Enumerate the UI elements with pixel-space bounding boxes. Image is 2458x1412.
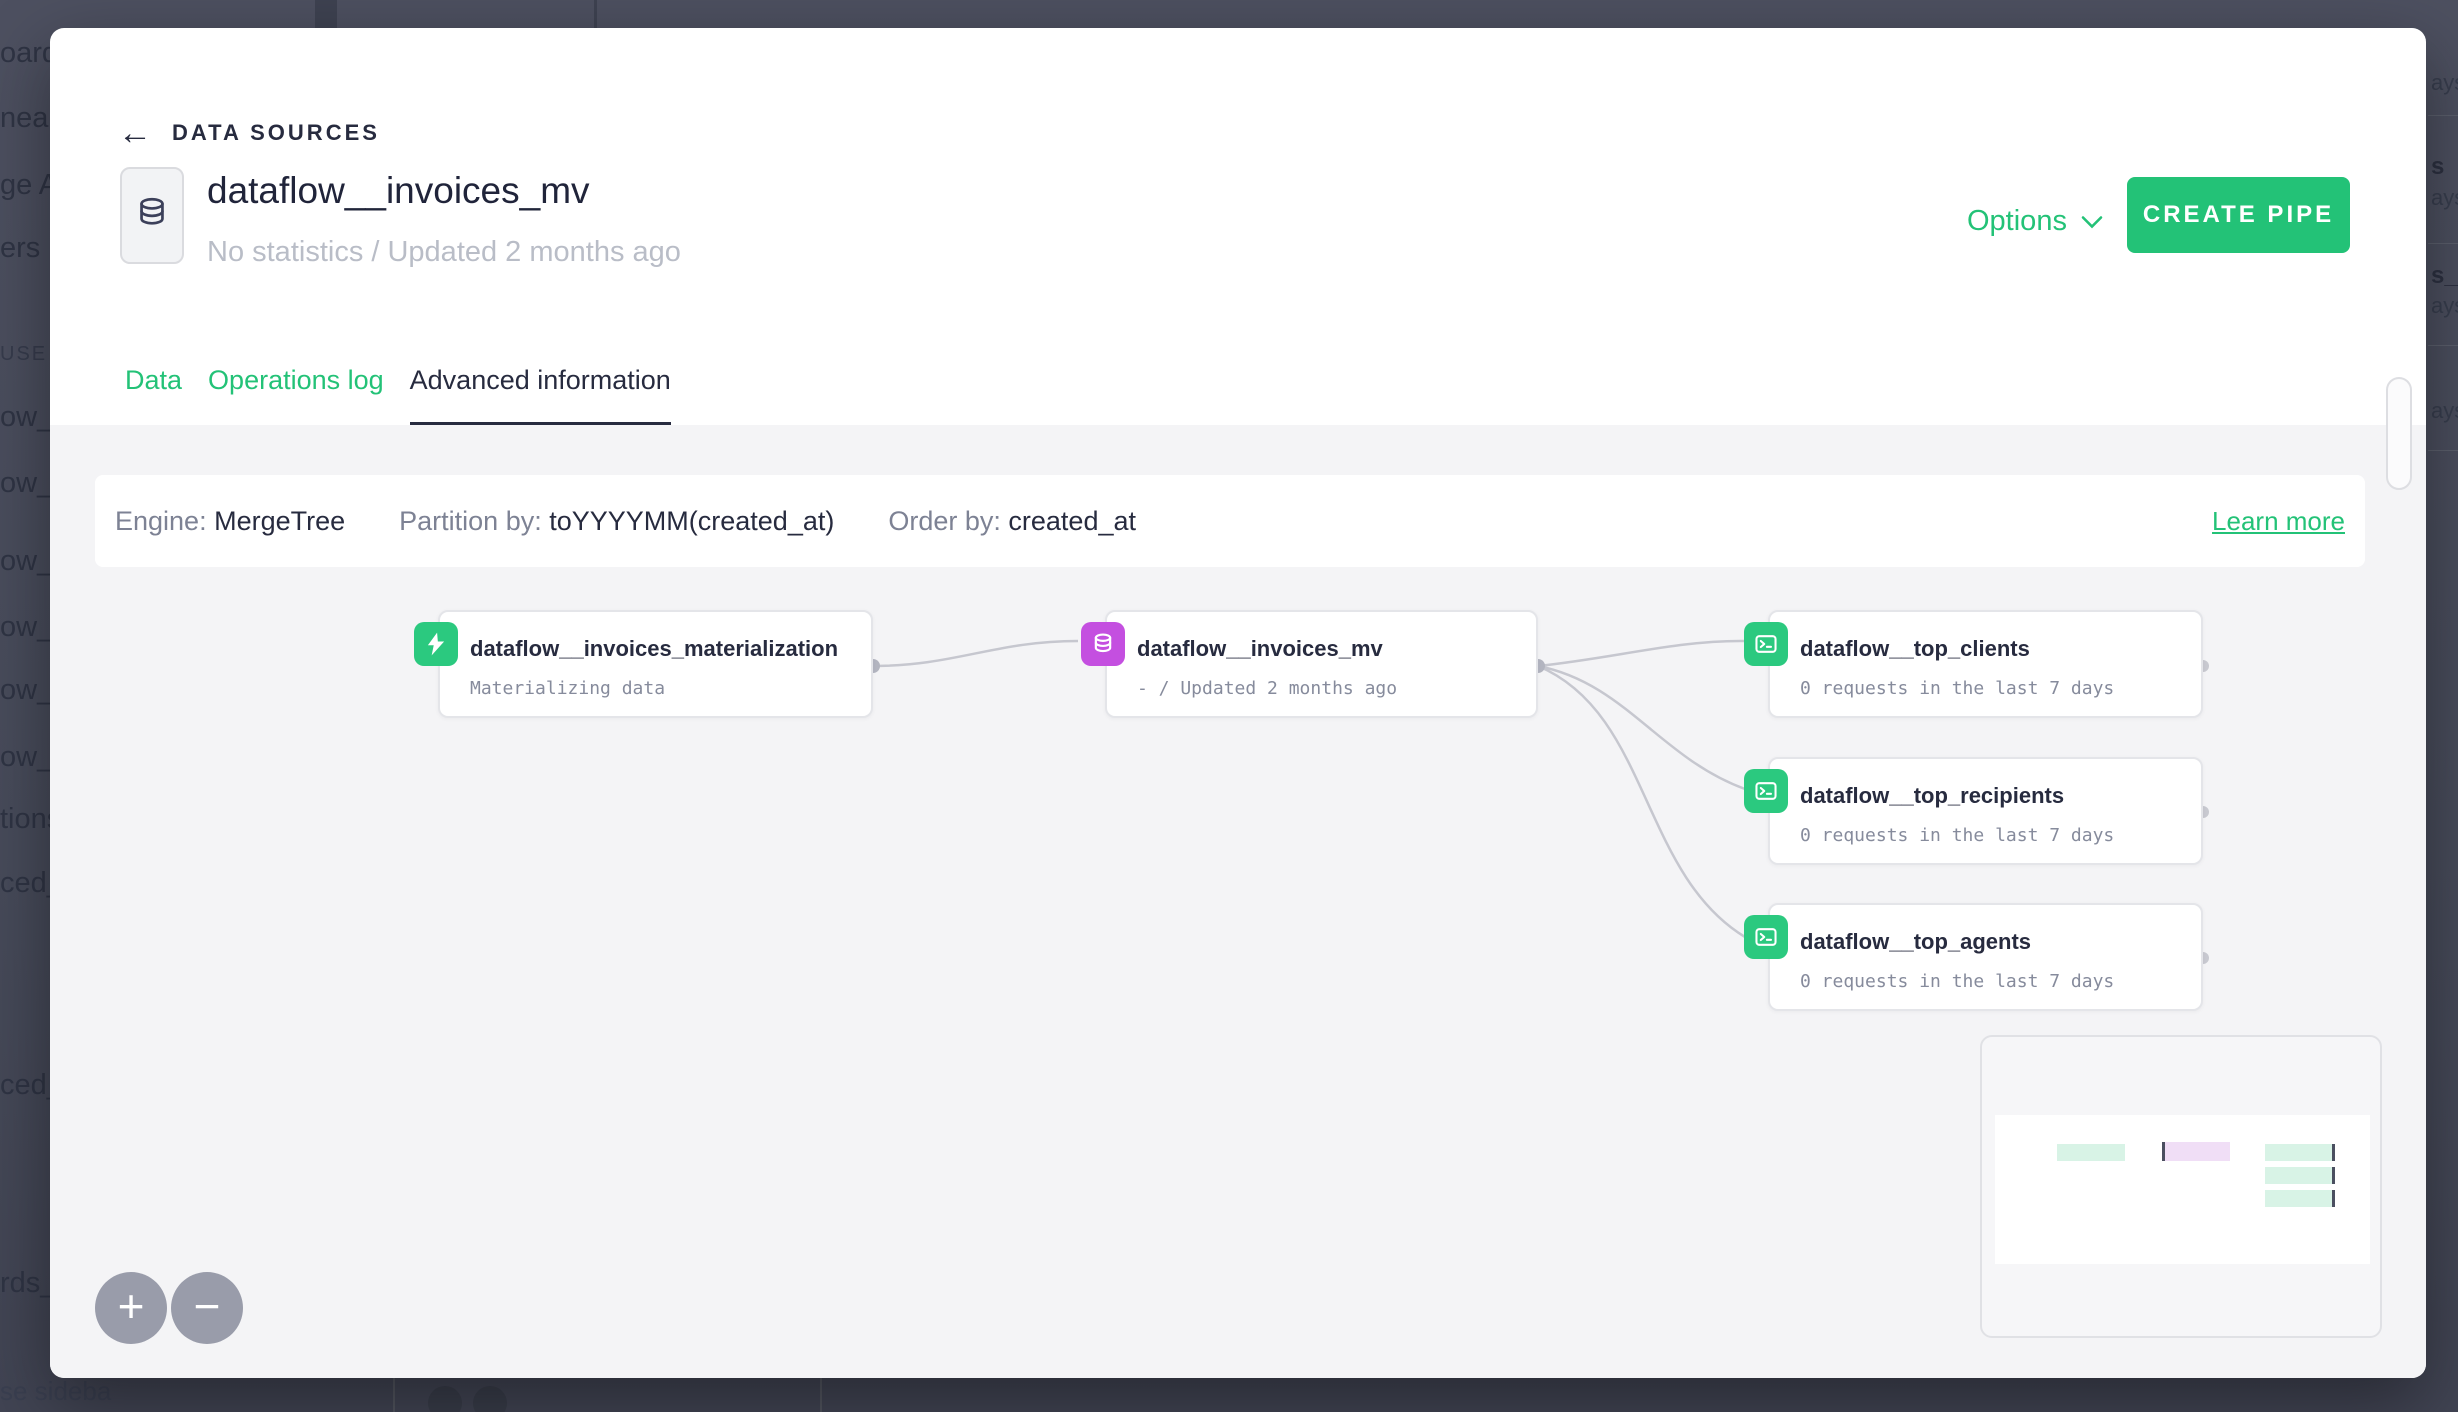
zoom-in-button[interactable]: + xyxy=(95,1272,167,1344)
bg-text-fragment: nea xyxy=(0,102,49,134)
bg-divider xyxy=(820,1378,822,1412)
bg-divider xyxy=(2428,345,2458,346)
pipe-icon xyxy=(1744,915,1788,959)
graph-node-invoices-mv[interactable]: dataflow__invoices_mv - / Updated 2 mont… xyxy=(1081,610,1538,718)
bg-text-fragment: ays xyxy=(2431,398,2458,423)
tab-operations-log[interactable]: Operations log xyxy=(208,365,384,427)
node-title: dataflow__top_recipients xyxy=(1800,783,2065,808)
engine-label: Engine: xyxy=(115,505,207,536)
tab-data[interactable]: Data xyxy=(125,365,182,427)
data-source-modal: ← DATA SOURCES dataflow__invoices_mv No … xyxy=(50,28,2426,1378)
pipe-icon xyxy=(1744,769,1788,813)
order-label: Order by: xyxy=(888,505,1001,536)
bg-avatar xyxy=(473,1386,507,1412)
bg-text-fragment: ers xyxy=(0,232,41,264)
learn-more-link[interactable]: Learn more xyxy=(2212,506,2345,537)
bg-divider xyxy=(2428,450,2458,451)
order-value: created_at xyxy=(1008,505,1136,536)
bg-collapse-sidebar-fragment: se sideba xyxy=(0,1376,112,1406)
partition-label: Partition by: xyxy=(399,505,542,536)
tab-bar: Data Operations log Advanced information xyxy=(125,365,671,427)
bg-text-fragment: s xyxy=(2431,153,2445,180)
back-to-data-sources[interactable]: ← DATA SOURCES xyxy=(118,116,380,150)
minimap-node xyxy=(2265,1144,2335,1161)
graph-node-materialization[interactable]: dataflow__invoices_materialization Mater… xyxy=(414,610,873,718)
node-title: dataflow__invoices_materialization xyxy=(470,636,839,661)
options-button[interactable]: Options xyxy=(1967,205,2103,238)
lightning-icon xyxy=(414,622,458,666)
partition-value: toYYYYMM(created_at) xyxy=(549,505,835,536)
minimap-node xyxy=(2265,1167,2335,1184)
partition-field: Partition by: toYYYYMM(created_at) xyxy=(399,506,834,537)
back-label: DATA SOURCES xyxy=(172,120,380,145)
graph-node-top-recipients[interactable]: dataflow__top_recipients 0 requests in t… xyxy=(1744,757,2203,865)
modal-scrollbar[interactable] xyxy=(2386,377,2412,490)
minimap-node xyxy=(2265,1190,2335,1207)
order-field: Order by: created_at xyxy=(888,506,1136,537)
bg-text-fragment: ays xyxy=(2431,70,2458,95)
graph-node-top-agents[interactable]: dataflow__top_agents 0 requests in the l… xyxy=(1744,903,2203,1011)
engine-info-bar: Engine: MergeTree Partition by: toYYYYMM… xyxy=(95,475,2365,567)
engine-field: Engine: MergeTree xyxy=(115,506,345,537)
chevron-down-icon xyxy=(2081,215,2103,228)
engine-value: MergeTree xyxy=(214,505,346,536)
bg-divider xyxy=(2428,115,2458,116)
bg-divider xyxy=(315,0,337,28)
pipe-icon xyxy=(1744,622,1788,666)
bg-text-fragment: s__ xyxy=(2431,262,2458,289)
bg-divider xyxy=(594,0,597,28)
page-title: dataflow__invoices_mv xyxy=(207,170,590,211)
node-title: dataflow__top_clients xyxy=(1800,636,2030,661)
bg-text-fragment: rds_ xyxy=(0,1267,57,1299)
minimap-node xyxy=(2162,1142,2230,1161)
minimap-node xyxy=(2057,1144,2125,1161)
node-title: dataflow__top_agents xyxy=(1800,929,2032,954)
bg-text-fragment: ays xyxy=(2431,293,2458,318)
back-arrow-icon: ← xyxy=(118,114,152,152)
node-subtitle: - / Updated 2 months ago xyxy=(1137,678,1398,699)
create-pipe-button[interactable]: CREATE PIPE xyxy=(2127,177,2350,253)
screen: oard nea ge A ers USE ow__ ow__ ow__ ow_… xyxy=(0,0,2458,1412)
bg-divider xyxy=(393,1378,395,1412)
database-icon xyxy=(1081,622,1125,666)
bg-text-fragment: USE xyxy=(0,343,48,365)
bg-text-fragment: ays xyxy=(2431,185,2458,210)
node-subtitle: 0 requests in the last 7 days xyxy=(1800,825,2115,846)
node-subtitle: Materializing data xyxy=(470,678,666,699)
node-subtitle: 0 requests in the last 7 days xyxy=(1800,678,2115,699)
graph-minimap[interactable] xyxy=(1980,1035,2382,1338)
node-subtitle: 0 requests in the last 7 days xyxy=(1800,971,2115,992)
bg-divider xyxy=(2428,243,2458,244)
tab-advanced-information[interactable]: Advanced information xyxy=(409,365,671,427)
node-title: dataflow__invoices_mv xyxy=(1137,636,1383,661)
graph-node-top-clients[interactable]: dataflow__top_clients 0 requests in the … xyxy=(1744,610,2203,718)
bg-avatar xyxy=(428,1386,462,1412)
zoom-out-button[interactable]: − xyxy=(171,1272,243,1344)
database-icon xyxy=(133,194,171,237)
options-label: Options xyxy=(1967,205,2067,237)
page-subtitle: No statistics / Updated 2 months ago xyxy=(207,236,681,268)
datasource-icon-box xyxy=(120,167,184,264)
